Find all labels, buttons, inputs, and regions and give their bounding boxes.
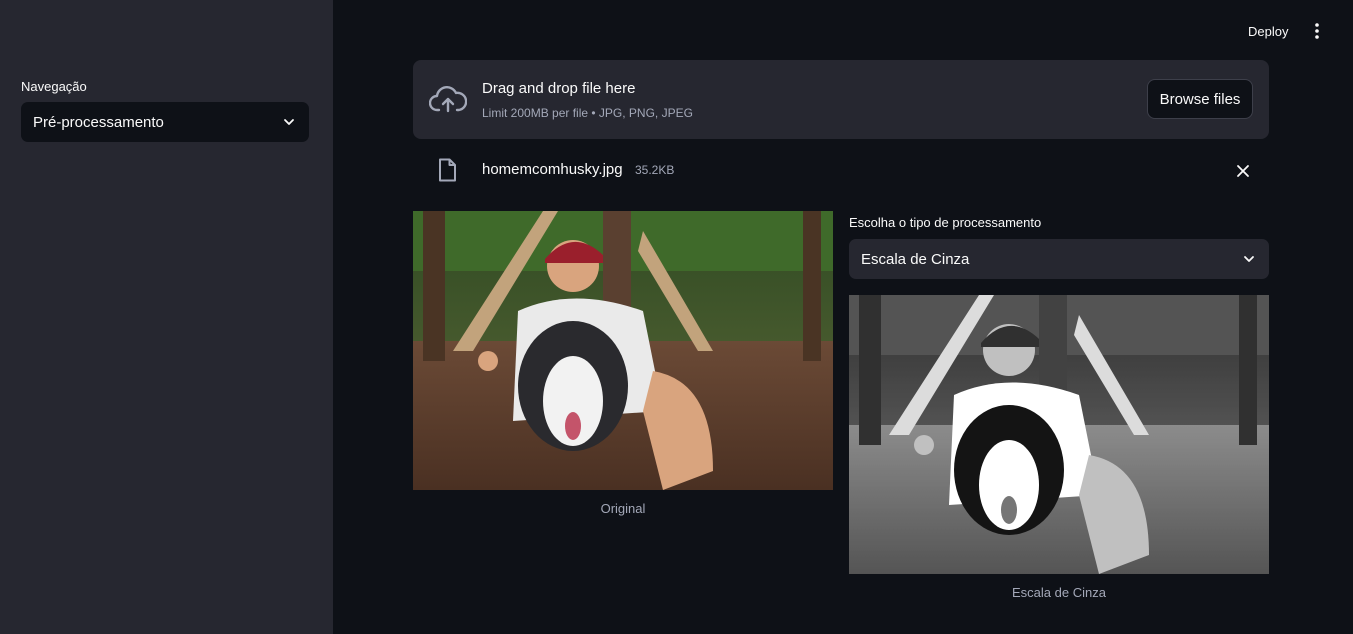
chevron-down-icon: [281, 114, 297, 130]
processing-type-select[interactable]: Escala de Cinza: [849, 239, 1269, 279]
sidebar: Navegação Pré-processamento: [0, 0, 333, 634]
grayscale-image-caption: Escala de Cinza: [1012, 585, 1106, 600]
uploaded-file-name: homemcomhusky.jpg: [482, 161, 623, 178]
original-image-caption: Original: [600, 501, 646, 516]
deploy-button[interactable]: Deploy: [1240, 18, 1296, 44]
grayscale-image: [849, 295, 1269, 574]
navigation-select[interactable]: Pré-processamento: [21, 102, 309, 142]
app-root: Navegação Pré-processamento Deploy Drag …: [0, 0, 1353, 634]
file-uploader-dropzone[interactable]: Drag and drop file here Limit 200MB per …: [413, 60, 1269, 139]
original-image: [413, 211, 833, 490]
main-menu-icon[interactable]: [1305, 18, 1329, 44]
file-icon: [437, 158, 457, 182]
remove-file-close-icon[interactable]: [1232, 160, 1254, 182]
browse-files-button[interactable]: Browse files: [1147, 79, 1253, 119]
upload-limit-text: Limit 200MB per file • JPG, PNG, JPEG: [482, 106, 693, 120]
processing-type-select-value: Escala de Cinza: [861, 250, 970, 268]
chevron-down-icon: [1241, 251, 1257, 267]
processing-type-label: Escolha o tipo de processamento: [849, 215, 1042, 230]
navigation-select-value: Pré-processamento: [33, 113, 164, 131]
cloud-upload-icon: [428, 86, 468, 114]
uploaded-file-size: 35.2KB: [635, 163, 675, 177]
upload-instructions: Drag and drop file here: [482, 80, 636, 97]
navigation-label: Navegação: [21, 79, 87, 94]
